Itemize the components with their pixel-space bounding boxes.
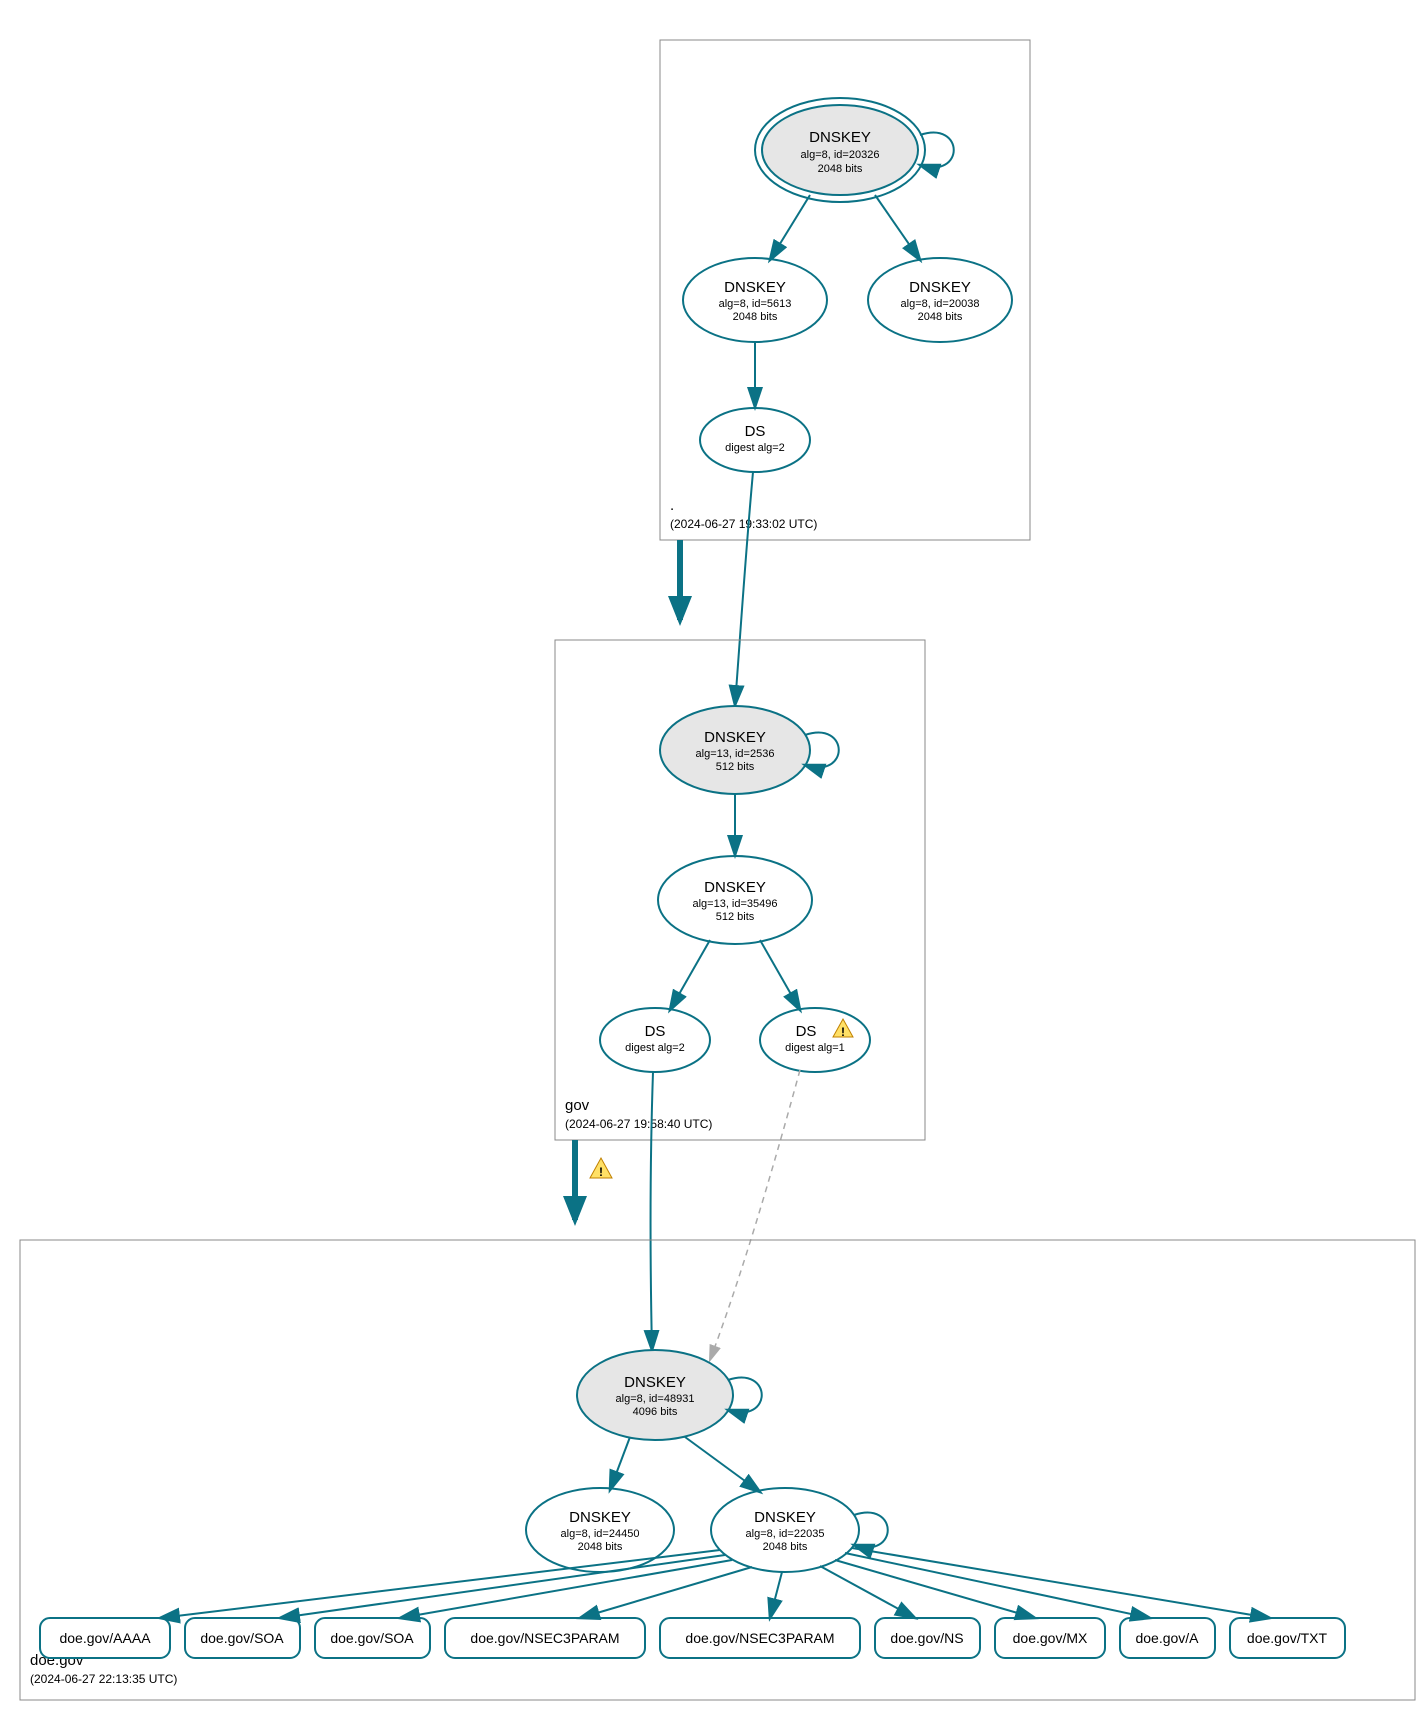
svg-text:alg=8, id=22035: alg=8, id=22035 xyxy=(746,1528,825,1540)
node-root-zsk1: DNSKEY alg=8, id=5613 2048 bits xyxy=(683,258,827,342)
record-soa2: doe.gov/SOA xyxy=(315,1618,430,1658)
edge xyxy=(580,1567,752,1618)
node-root-zsk2: DNSKEY alg=8, id=20038 2048 bits xyxy=(868,258,1012,342)
svg-text:alg=8, id=5613: alg=8, id=5613 xyxy=(719,298,792,310)
edge-ds1-to-doe-ksk-dashed xyxy=(710,1070,800,1360)
svg-text:doe.gov/NSEC3PARAM: doe.gov/NSEC3PARAM xyxy=(685,1630,834,1646)
zone-root-time: (2024-06-27 19:33:02 UTC) xyxy=(670,517,817,531)
edge xyxy=(770,1572,782,1618)
record-txt: doe.gov/TXT xyxy=(1230,1618,1345,1658)
svg-text:2048 bits: 2048 bits xyxy=(818,163,863,175)
svg-text:2048 bits: 2048 bits xyxy=(578,1541,623,1553)
record-aaaa: doe.gov/AAAA xyxy=(40,1618,170,1658)
dnssec-chain-diagram: . (2024-06-27 19:33:02 UTC) DNSKEY alg=8… xyxy=(0,0,1425,1711)
record-soa1: doe.gov/SOA xyxy=(185,1618,300,1658)
zone-gov-name: gov xyxy=(565,1097,590,1114)
svg-text:doe.gov/SOA: doe.gov/SOA xyxy=(330,1630,414,1646)
edge-ds-to-gov-ksk xyxy=(735,472,753,705)
zone-root: . (2024-06-27 19:33:02 UTC) DNSKEY alg=8… xyxy=(660,40,1030,540)
svg-text:512 bits: 512 bits xyxy=(716,911,755,923)
record-ns: doe.gov/NS xyxy=(875,1618,980,1658)
record-nsec2: doe.gov/NSEC3PARAM xyxy=(660,1618,860,1658)
svg-text:digest alg=2: digest alg=2 xyxy=(625,1042,685,1054)
svg-text:DNSKEY: DNSKEY xyxy=(704,729,766,746)
edge xyxy=(280,1555,725,1618)
edge xyxy=(820,1566,915,1618)
edge xyxy=(845,1553,1150,1618)
svg-text:2048 bits: 2048 bits xyxy=(733,311,778,323)
zone-gov: gov (2024-06-27 19:58:40 UTC) DNSKEY alg… xyxy=(555,640,925,1140)
svg-text:doe.gov/SOA: doe.gov/SOA xyxy=(200,1630,284,1646)
svg-text:DNSKEY: DNSKEY xyxy=(724,279,786,296)
edge xyxy=(770,195,810,260)
svg-text:DNSKEY: DNSKEY xyxy=(569,1509,631,1526)
node-root-ksk: DNSKEY alg=8, id=20326 2048 bits xyxy=(755,98,954,202)
svg-text:DNSKEY: DNSKEY xyxy=(704,879,766,896)
edge xyxy=(610,1437,630,1490)
svg-text:!: ! xyxy=(841,1025,845,1039)
node-doe-zsk2: DNSKEY alg=8, id=22035 2048 bits xyxy=(711,1488,888,1572)
record-a: doe.gov/A xyxy=(1120,1618,1215,1658)
edge xyxy=(875,195,920,260)
svg-text:doe.gov/AAAA: doe.gov/AAAA xyxy=(59,1630,151,1646)
svg-text:2048 bits: 2048 bits xyxy=(918,311,963,323)
record-nsec1: doe.gov/NSEC3PARAM xyxy=(445,1618,645,1658)
zone-gov-time: (2024-06-27 19:58:40 UTC) xyxy=(565,1117,712,1131)
svg-text:DNSKEY: DNSKEY xyxy=(809,129,871,146)
edge xyxy=(760,940,800,1010)
svg-text:doe.gov/MX: doe.gov/MX xyxy=(1013,1630,1088,1646)
svg-text:doe.gov/TXT: doe.gov/TXT xyxy=(1247,1630,1328,1646)
svg-text:DNSKEY: DNSKEY xyxy=(754,1509,816,1526)
record-mx: doe.gov/MX xyxy=(995,1618,1105,1658)
node-gov-ksk: DNSKEY alg=13, id=2536 512 bits xyxy=(660,706,839,794)
svg-text:digest alg=2: digest alg=2 xyxy=(725,442,785,454)
svg-text:4096 bits: 4096 bits xyxy=(633,1406,678,1418)
svg-text:2048 bits: 2048 bits xyxy=(763,1541,808,1553)
svg-text:alg=8, id=20326: alg=8, id=20326 xyxy=(801,149,880,161)
node-root-ds: DS digest alg=2 xyxy=(700,408,810,472)
edge xyxy=(685,1437,760,1492)
svg-text:!: ! xyxy=(599,1165,603,1179)
edge xyxy=(835,1560,1035,1618)
zone-root-name: . xyxy=(670,497,674,514)
svg-text:512 bits: 512 bits xyxy=(716,761,755,773)
edge-ds2-to-doe-ksk xyxy=(651,1072,653,1350)
zone-doe-time: (2024-06-27 22:13:35 UTC) xyxy=(30,1672,177,1686)
edge xyxy=(670,940,710,1010)
warning-icon: ! xyxy=(590,1158,612,1179)
svg-text:alg=8, id=48931: alg=8, id=48931 xyxy=(616,1393,695,1405)
svg-text:alg=8, id=20038: alg=8, id=20038 xyxy=(901,298,980,310)
svg-text:DNSKEY: DNSKEY xyxy=(624,1374,686,1391)
svg-text:DS: DS xyxy=(745,423,766,440)
svg-text:DNSKEY: DNSKEY xyxy=(909,279,971,296)
node-gov-zsk: DNSKEY alg=13, id=35496 512 bits xyxy=(658,856,812,944)
svg-text:DS: DS xyxy=(796,1023,817,1040)
node-doe-ksk: DNSKEY alg=8, id=48931 4096 bits xyxy=(577,1350,762,1440)
svg-text:DS: DS xyxy=(645,1023,666,1040)
node-gov-ds1: DS digest alg=2 xyxy=(600,1008,710,1072)
svg-text:alg=8, id=24450: alg=8, id=24450 xyxy=(561,1528,640,1540)
zone-doe: doe.gov (2024-06-27 22:13:35 UTC) DNSKEY… xyxy=(20,1240,1415,1700)
svg-text:digest alg=1: digest alg=1 xyxy=(785,1042,845,1054)
svg-text:doe.gov/A: doe.gov/A xyxy=(1135,1630,1199,1646)
node-gov-ds2: DS digest alg=1 ! xyxy=(760,1008,870,1072)
svg-text:doe.gov/NS: doe.gov/NS xyxy=(890,1630,963,1646)
svg-text:doe.gov/NSEC3PARAM: doe.gov/NSEC3PARAM xyxy=(470,1630,619,1646)
svg-text:alg=13, id=35496: alg=13, id=35496 xyxy=(692,898,777,910)
edge xyxy=(160,1550,720,1618)
svg-text:alg=13, id=2536: alg=13, id=2536 xyxy=(696,748,775,760)
node-doe-zsk1: DNSKEY alg=8, id=24450 2048 bits xyxy=(526,1488,674,1572)
